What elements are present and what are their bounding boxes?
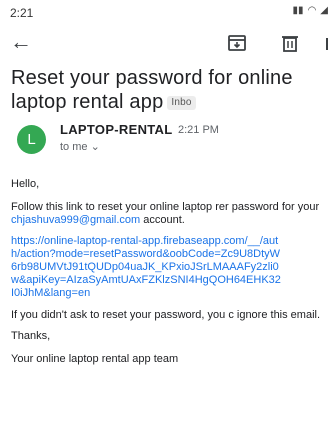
thanks-text: Thanks, (11, 330, 51, 342)
signature: Your online laptop rental app team (11, 353, 179, 365)
ignore-note: If you didn't ask to reset your password… (11, 309, 321, 321)
greeting: Hello, (11, 178, 40, 190)
sent-time: 2:21 PM (178, 124, 219, 136)
recipient-toggle[interactable]: to me ⌄ (60, 140, 100, 153)
app-bar: ← (0, 26, 334, 60)
wifi-icon: ◠ (307, 5, 317, 16)
status-bar: 2:21 ▮▮ ◠ ◢ (0, 0, 334, 26)
email-subject: Reset your password for online laptop re… (11, 66, 334, 114)
inbox-label-badge[interactable]: Inbo (167, 95, 196, 110)
status-time: 2:21 (10, 6, 34, 20)
sender-name: LAPTOP-RENTAL (60, 122, 173, 137)
instructions-suffix: account. (140, 214, 185, 226)
sender-avatar[interactable]: L (17, 125, 46, 154)
more-icon[interactable] (326, 32, 334, 54)
reset-password-link[interactable]: https://online-laptop-rental-app.firebas… (11, 235, 281, 300)
status-icons: ▮▮ ◠ ◢ (293, 5, 328, 16)
network-icon: ◢ (320, 5, 328, 16)
instructions-prefix: Follow this link to reset your online la… (11, 201, 320, 213)
instructions: Follow this link to reset your online la… (11, 201, 334, 227)
subject-text: Reset your password for online laptop re… (11, 67, 293, 113)
trash-icon[interactable] (279, 32, 301, 54)
signal-icon: ▮▮ (292, 5, 304, 16)
account-email-link[interactable]: chjashuva999@gmail.com (11, 214, 140, 226)
email-body: Hello, Follow this link to reset your on… (11, 174, 334, 366)
back-arrow-icon[interactable]: ← (10, 28, 32, 56)
archive-icon[interactable] (226, 32, 248, 54)
